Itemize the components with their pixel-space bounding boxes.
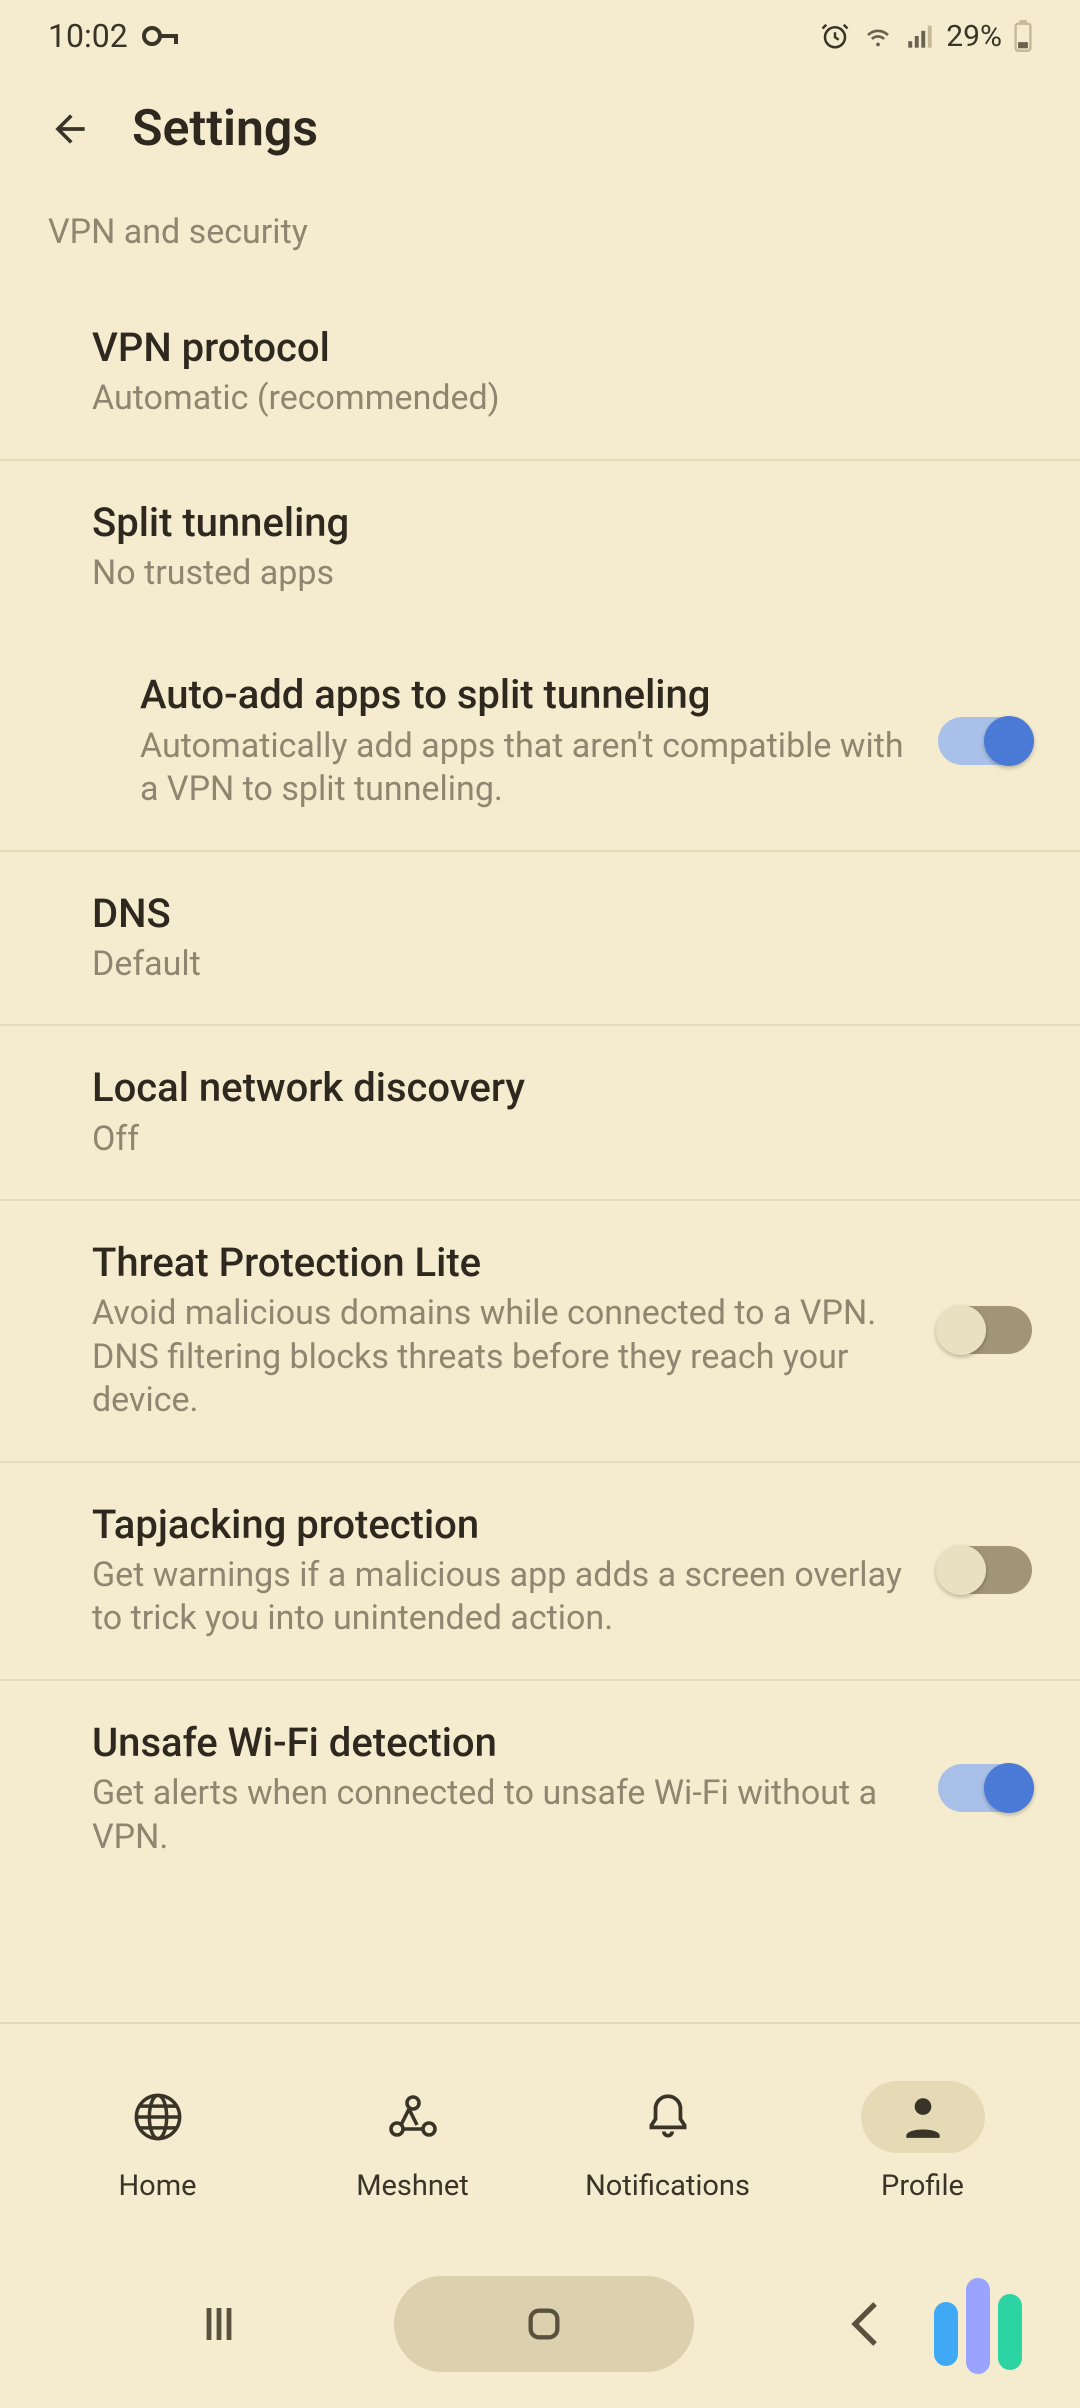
item-sub: Off xyxy=(92,1118,1032,1162)
item-sub: Automatically add apps that aren't compa… xyxy=(140,725,910,812)
bottom-nav: Home Meshnet Notifications Profile xyxy=(0,2022,1080,2240)
item-tapjacking-protection[interactable]: Tapjacking protection Get warnings if a … xyxy=(0,1463,1080,1681)
toggle-threat-protection[interactable] xyxy=(938,1306,1032,1354)
item-title: Split tunneling xyxy=(92,497,1032,548)
item-sub: Get alerts when connected to unsafe Wi-F… xyxy=(92,1772,910,1859)
section-label-vpn: VPN and security xyxy=(0,198,1080,286)
toggle-tapjacking[interactable] xyxy=(938,1546,1032,1594)
wifi-icon xyxy=(862,23,894,49)
battery-icon xyxy=(1014,20,1032,52)
nav-label: Meshnet xyxy=(356,2169,469,2203)
item-title: DNS xyxy=(92,888,1032,939)
profile-icon xyxy=(898,2093,948,2141)
item-dns[interactable]: DNS Default xyxy=(0,852,1080,1027)
bell-icon xyxy=(643,2090,693,2144)
item-sub: Get warnings if a malicious app adds a s… xyxy=(92,1554,910,1641)
nav-notifications[interactable]: Notifications xyxy=(540,2081,795,2203)
nav-label: Home xyxy=(118,2169,196,2203)
meshnet-icon xyxy=(385,2091,441,2143)
signal-icon xyxy=(906,23,934,49)
item-auto-add-split-tunneling[interactable]: Auto-add apps to split tunneling Automat… xyxy=(0,633,1080,851)
item-title: Unsafe Wi-Fi detection xyxy=(92,1717,910,1768)
item-title: VPN protocol xyxy=(92,322,1032,373)
nav-profile[interactable]: Profile xyxy=(795,2081,1050,2203)
globe-icon xyxy=(132,2091,184,2143)
page-title: Settings xyxy=(132,100,318,158)
item-title: Tapjacking protection xyxy=(92,1499,910,1550)
page-header: Settings xyxy=(0,72,1080,198)
item-title: Local network discovery xyxy=(92,1062,1032,1113)
settings-list: VPN protocol Automatic (recommended) Spl… xyxy=(0,286,1080,1897)
toggle-unsafe-wifi[interactable] xyxy=(938,1764,1032,1812)
status-bar: 10:02 29% xyxy=(0,0,1080,72)
assistant-widget[interactable] xyxy=(934,2264,1022,2374)
item-unsafe-wifi[interactable]: Unsafe Wi-Fi detection Get alerts when c… xyxy=(0,1681,1080,1897)
vpn-key-icon xyxy=(142,25,182,47)
item-local-network-discovery[interactable]: Local network discovery Off xyxy=(0,1026,1080,1201)
sys-home-button[interactable] xyxy=(394,2276,694,2372)
item-sub: Default xyxy=(92,943,1032,987)
item-threat-protection[interactable]: Threat Protection Lite Avoid malicious d… xyxy=(0,1201,1080,1463)
nav-meshnet[interactable]: Meshnet xyxy=(285,2081,540,2203)
status-time: 10:02 xyxy=(48,17,128,55)
back-button[interactable] xyxy=(48,107,92,151)
nav-label: Profile xyxy=(881,2169,964,2203)
alarm-icon xyxy=(820,21,850,51)
item-title: Auto-add apps to split tunneling xyxy=(140,669,910,720)
sys-recents-button[interactable] xyxy=(195,2300,243,2348)
item-vpn-protocol[interactable]: VPN protocol Automatic (recommended) xyxy=(0,286,1080,461)
item-sub: Automatic (recommended) xyxy=(92,377,1032,421)
item-sub: No trusted apps xyxy=(92,552,1032,596)
nav-home[interactable]: Home xyxy=(30,2081,285,2203)
item-title: Threat Protection Lite xyxy=(92,1237,910,1288)
nav-label: Notifications xyxy=(585,2169,750,2203)
item-sub: Avoid malicious domains while connected … xyxy=(92,1292,910,1423)
sys-back-button[interactable] xyxy=(845,2298,885,2350)
item-split-tunneling[interactable]: Split tunneling No trusted apps xyxy=(0,461,1080,634)
battery-percent: 29% xyxy=(946,19,1002,54)
toggle-auto-add[interactable] xyxy=(938,717,1032,765)
system-nav-bar xyxy=(0,2240,1080,2408)
